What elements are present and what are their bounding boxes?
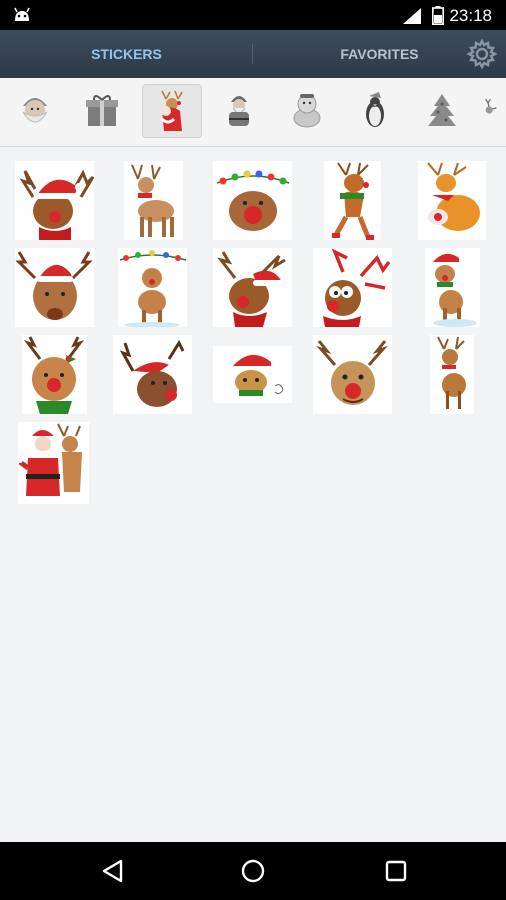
reindeer-lights-standing-sticker: [119, 250, 187, 328]
category-gift[interactable]: [73, 84, 131, 136]
reindeer-hat-scarf-sticker: [217, 251, 286, 327]
category-penguin[interactable]: [346, 84, 404, 136]
sticker-11[interactable]: [22, 335, 87, 414]
navigation-bar: [0, 842, 506, 900]
santa-deer-icon: [160, 90, 183, 131]
category-snowman[interactable]: [278, 84, 336, 136]
sticker-12[interactable]: [113, 335, 192, 414]
category-santa-deer[interactable]: [142, 84, 202, 138]
back-icon[interactable]: [98, 856, 128, 886]
christmas-tree-icon: [428, 94, 456, 126]
status-bar: 23:18: [0, 0, 506, 30]
app-bar: STICKERS FAVORITES: [0, 30, 506, 78]
category-santa-face[interactable]: [6, 84, 64, 136]
gear-icon[interactable]: [467, 39, 497, 69]
signal-icon: [403, 8, 421, 24]
clock: 23:18: [449, 6, 492, 25]
recents-icon[interactable]: [381, 856, 411, 886]
sticker-3[interactable]: [213, 161, 292, 240]
santa-reindeer-hug-sticker: [17, 423, 82, 496]
santa-face-icon: [22, 98, 48, 123]
home-icon[interactable]: [238, 856, 268, 886]
category-reindeer[interactable]: [482, 84, 506, 136]
reindeer-tilt-sticker: [119, 339, 185, 407]
reindeer-partial-icon: [485, 98, 497, 114]
sticker-9[interactable]: [313, 248, 392, 327]
category-bar: [0, 78, 506, 147]
reindeer-smile-sticker: [316, 340, 388, 405]
sticker-10[interactable]: [425, 248, 480, 327]
reindeer-small-sticker: [437, 336, 466, 409]
sticker-13[interactable]: [213, 346, 292, 403]
reindeer-lights-sticker: [216, 170, 290, 231]
reindeer-sitting-sticker: [427, 162, 480, 231]
reindeer-santa-hat-sticker: [19, 169, 95, 240]
sticker-7[interactable]: [118, 248, 187, 328]
sticker-4[interactable]: [324, 161, 381, 240]
gift-box-icon: [86, 95, 118, 126]
sticker-5[interactable]: [418, 161, 486, 240]
reindeer-holly-sticker: [23, 336, 85, 414]
reindeer-hat-snow-sticker: [431, 253, 477, 327]
battery-icon: [432, 6, 444, 25]
sticker-2[interactable]: [124, 161, 183, 240]
sticker-8[interactable]: [213, 248, 292, 327]
sticker-14[interactable]: [313, 335, 392, 414]
reindeer-wink-sticker: [323, 248, 391, 327]
penguin-icon: [366, 92, 384, 127]
reindeer-standing-sticker: [131, 164, 174, 237]
santa-icon: [229, 96, 249, 126]
reindeer-hat-face-sticker: [15, 251, 93, 320]
sticker-6[interactable]: [15, 248, 94, 327]
tab-stickers[interactable]: STICKERS: [0, 30, 253, 78]
category-tree[interactable]: [413, 84, 471, 136]
snowman-icon: [293, 94, 321, 128]
category-santa[interactable]: [210, 84, 268, 136]
sticker-15[interactable]: [430, 335, 474, 414]
android-icon: [14, 7, 30, 21]
sticker-16[interactable]: [17, 422, 89, 504]
sticker-1[interactable]: [15, 161, 95, 240]
reindeer-baby-hat-sticker: [231, 354, 284, 396]
reindeer-running-sticker: [332, 162, 374, 240]
